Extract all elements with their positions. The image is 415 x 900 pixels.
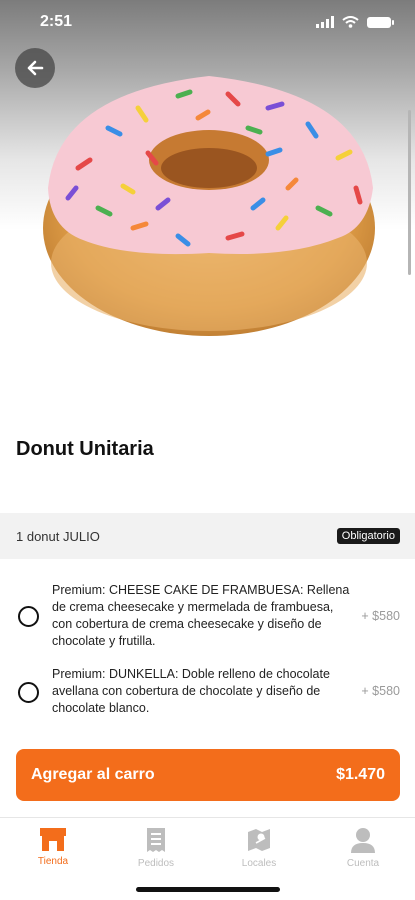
tab-locales[interactable]: Locales xyxy=(224,826,294,869)
option-item[interactable]: Premium: DUNKELLA: Doble relleno de choc… xyxy=(0,666,415,720)
arrow-left-icon xyxy=(27,60,44,76)
user-icon xyxy=(351,828,375,853)
tab-label: Locales xyxy=(241,858,277,869)
home-indicator xyxy=(136,887,280,892)
cart-total: $1.470 xyxy=(336,766,385,783)
product-hero xyxy=(0,0,415,420)
section-label: 1 donut JULIO xyxy=(16,528,100,544)
option-description: Premium: DUNKELLA: Doble relleno de choc… xyxy=(52,667,330,715)
tab-label: Pedidos xyxy=(137,858,175,869)
battery-icon xyxy=(367,16,394,28)
wifi-icon xyxy=(342,16,359,28)
tab-cuenta[interactable]: Cuenta xyxy=(328,826,398,869)
option-price: + $580 xyxy=(361,684,400,698)
tab-tienda[interactable]: Tienda xyxy=(18,826,88,867)
receipt-icon xyxy=(147,828,165,852)
add-to-cart-label: Agregar al carro xyxy=(31,766,155,783)
required-badge: Obligatorio xyxy=(336,528,400,544)
status-time: 2:51 xyxy=(40,13,73,30)
back-button[interactable] xyxy=(15,48,55,88)
store-icon xyxy=(40,828,66,851)
scroll-indicator[interactable] xyxy=(408,110,411,275)
radio-button[interactable] xyxy=(18,682,39,703)
tab-pedidos[interactable]: Pedidos xyxy=(121,826,191,869)
product-title: Donut Unitaria xyxy=(16,438,154,460)
signal-icon xyxy=(316,16,334,28)
radio-button[interactable] xyxy=(18,606,39,627)
status-icons xyxy=(316,16,394,28)
add-to-cart-button[interactable]: Agregar al carro $1.470 xyxy=(16,749,400,801)
donut-image xyxy=(43,76,375,336)
status-bar: 2:51 xyxy=(0,0,415,44)
tab-label: Tienda xyxy=(37,856,69,867)
tab-label: Cuenta xyxy=(346,858,380,869)
option-price: + $580 xyxy=(361,609,400,623)
option-description: Premium: CHEESE CAKE DE FRAMBUESA: Relle… xyxy=(52,583,350,648)
options-section-header: 1 donut JULIO Obligatorio xyxy=(0,513,415,559)
map-icon xyxy=(248,829,270,851)
option-item[interactable]: Premium: CHEESE CAKE DE FRAMBUESA: Relle… xyxy=(0,582,415,652)
